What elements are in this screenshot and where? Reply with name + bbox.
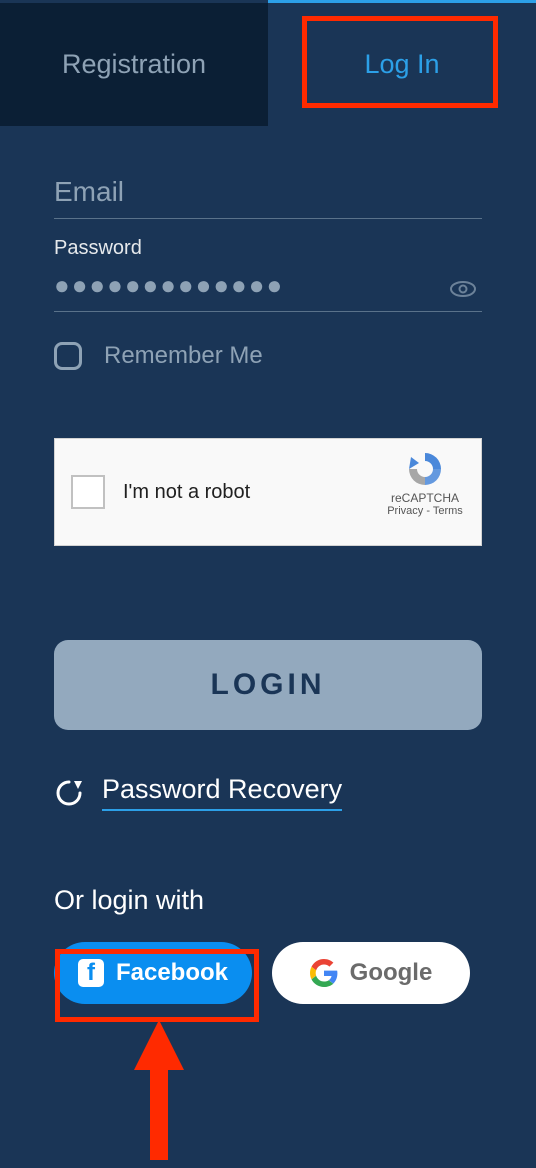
login-button[interactable]: LOGIN	[54, 640, 482, 730]
recaptcha-links: Privacy - Terms	[385, 505, 465, 517]
recaptcha-logo-icon	[385, 449, 465, 489]
password-value: ●●●●●●●●●●●●●	[54, 270, 482, 301]
facebook-label: Facebook	[116, 959, 228, 987]
email-placeholder: Email	[54, 176, 482, 208]
password-recovery-row: Password Recovery	[54, 774, 482, 811]
password-recovery-link[interactable]: Password Recovery	[102, 774, 342, 811]
annotation-arrow-icon	[134, 1020, 184, 1160]
recaptcha-badge: reCAPTCHA Privacy - Terms	[385, 449, 465, 517]
recaptcha-privacy-link[interactable]: Privacy	[387, 505, 423, 517]
recaptcha-name: reCAPTCHA	[385, 491, 465, 505]
recaptcha-text: I'm not a robot	[123, 481, 250, 504]
tab-login[interactable]: Log In	[268, 3, 536, 126]
email-field[interactable]: Email	[54, 176, 482, 219]
google-icon	[310, 959, 338, 987]
google-label: Google	[350, 959, 433, 987]
auth-tabs: Registration Log In	[0, 3, 536, 126]
google-login-button[interactable]: Google	[272, 942, 470, 1004]
recaptcha-terms-link[interactable]: Terms	[433, 505, 463, 517]
social-login-row: f Facebook Google	[54, 942, 482, 1004]
password-label: Password	[54, 237, 482, 260]
remember-me-checkbox[interactable]	[54, 342, 82, 370]
facebook-login-button[interactable]: f Facebook	[54, 942, 252, 1004]
or-login-with-label: Or login with	[54, 885, 482, 916]
remember-me-row: Remember Me	[54, 342, 482, 370]
recaptcha-checkbox[interactable]	[71, 475, 105, 509]
login-form: Email Password ●●●●●●●●●●●●● Remember Me…	[0, 126, 536, 1004]
refresh-icon	[54, 778, 84, 808]
remember-me-label: Remember Me	[104, 342, 263, 370]
recaptcha-widget: I'm not a robot reCAPTCHA Privacy - Term…	[54, 438, 482, 546]
facebook-icon: f	[78, 959, 104, 987]
password-field[interactable]: Password ●●●●●●●●●●●●●	[54, 237, 482, 312]
tab-registration[interactable]: Registration	[0, 3, 268, 126]
eye-icon[interactable]	[450, 281, 476, 297]
